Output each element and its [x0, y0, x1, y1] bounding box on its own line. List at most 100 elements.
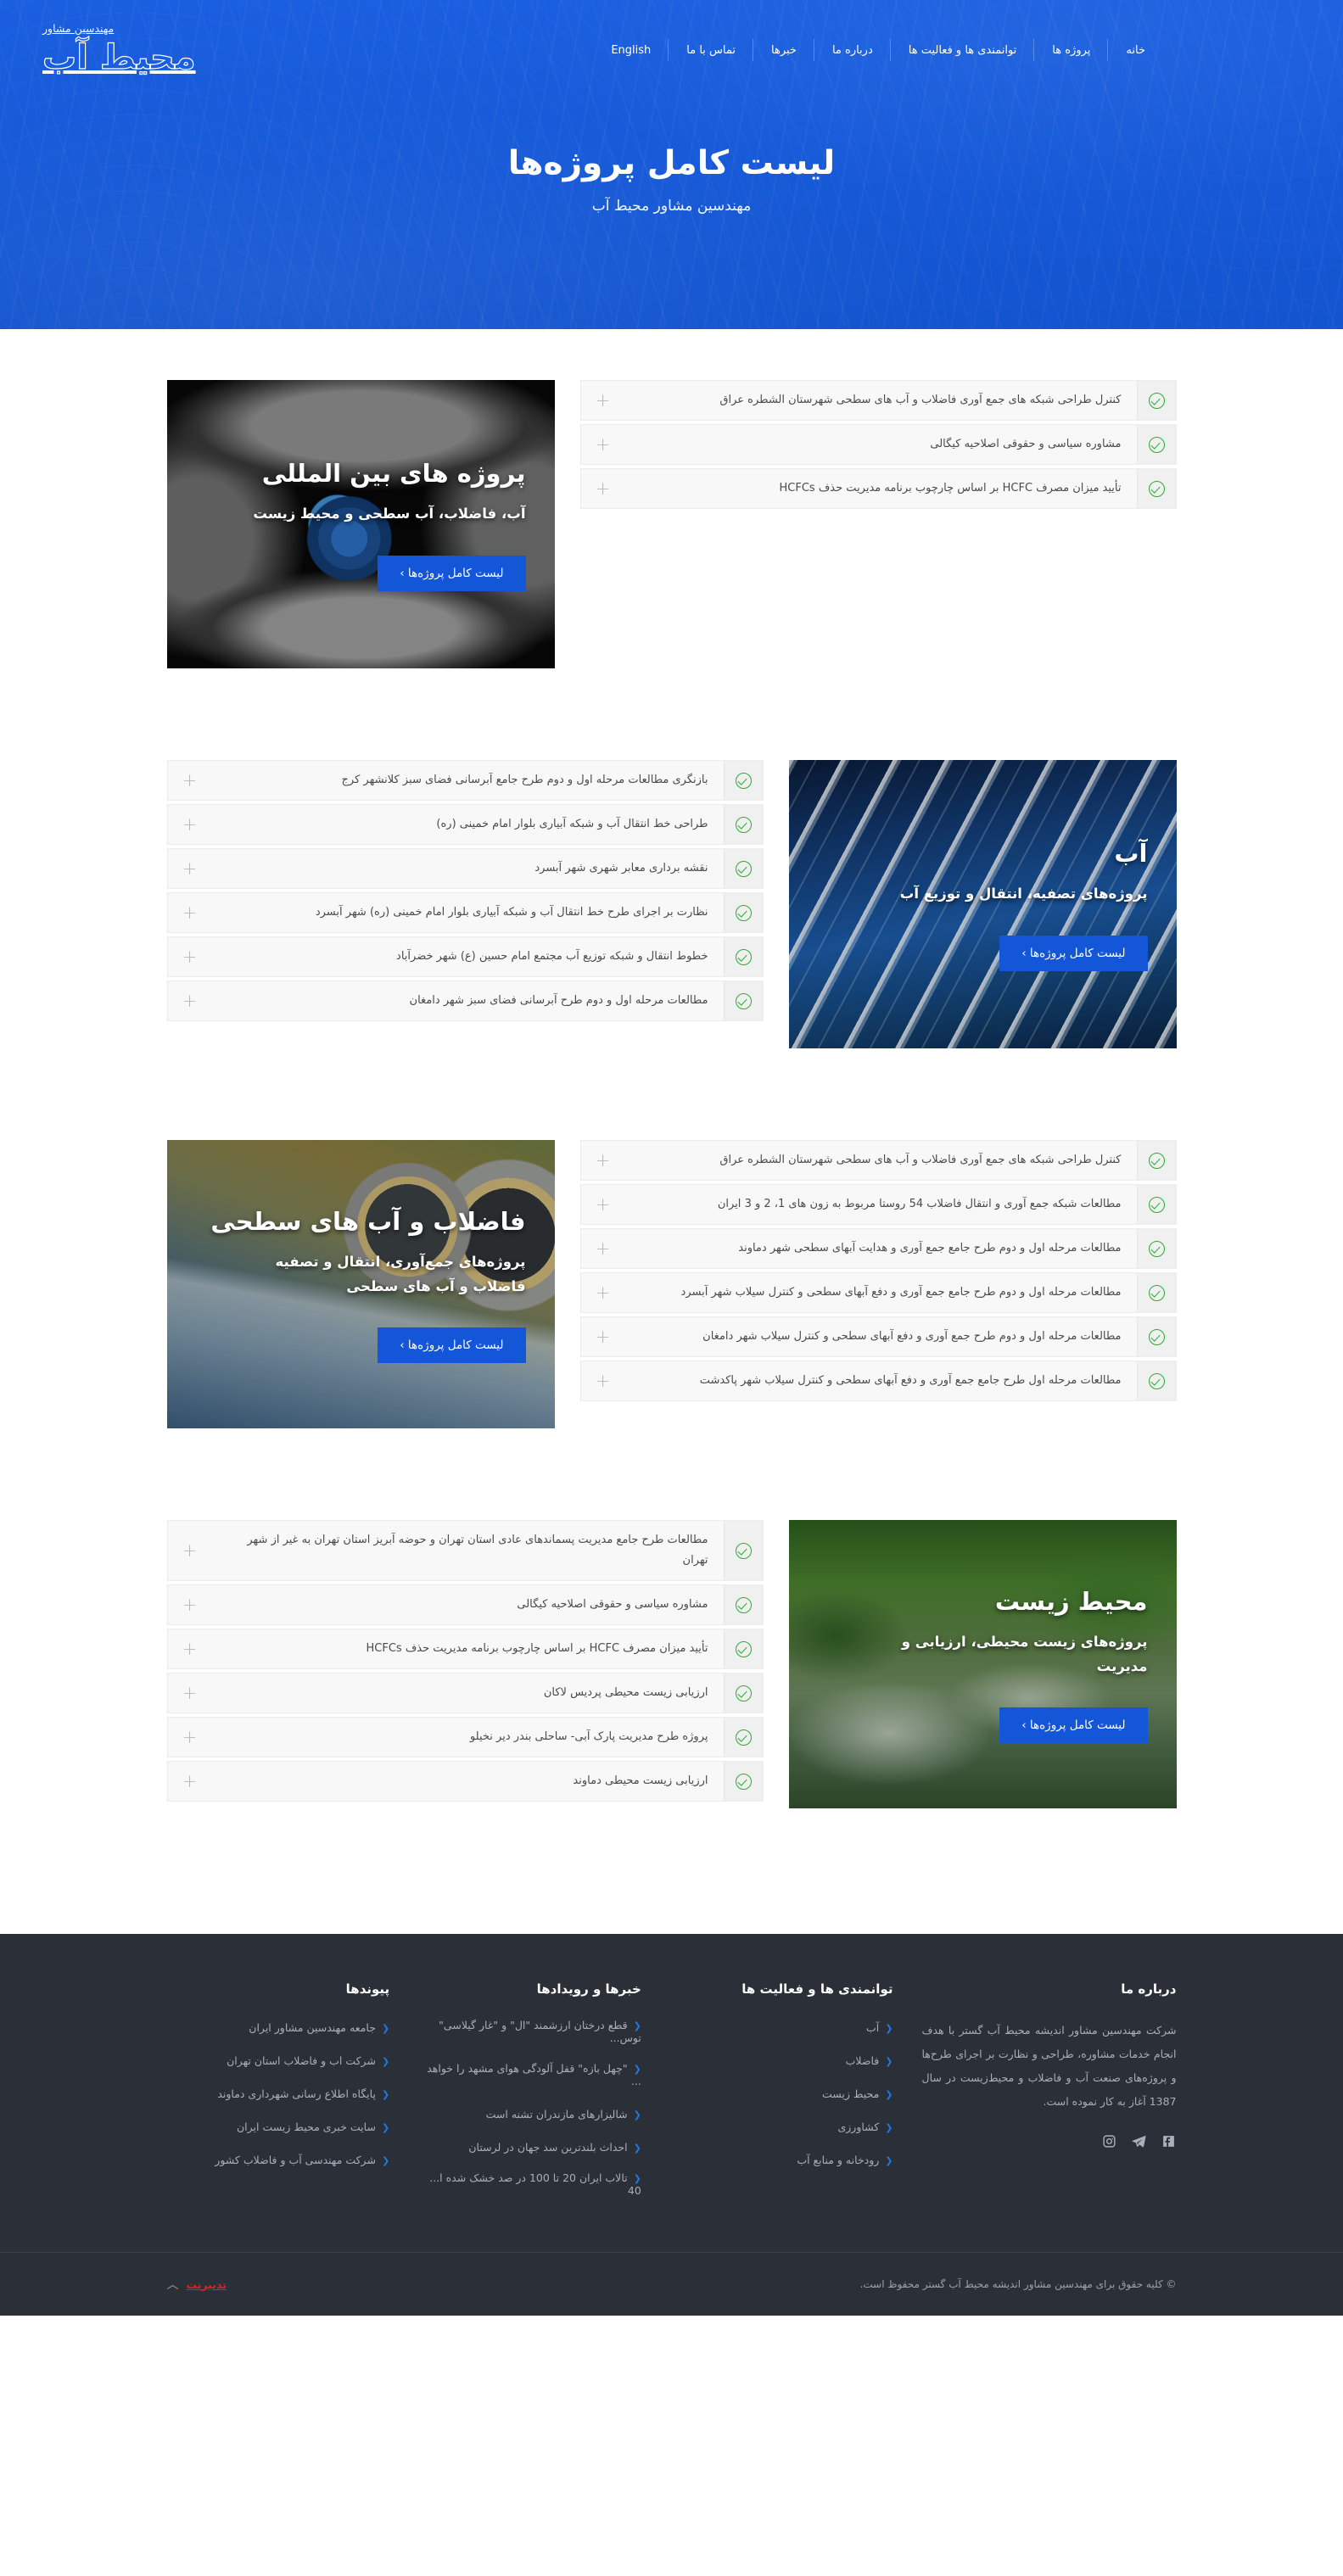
accordion-item[interactable]: خطوط انتقال و شبکه توزیع آب مجتمع امام ح…: [166, 936, 764, 978]
footer-link[interactable]: ❮ شرکت اب و فاضلاب استان تهران: [227, 2054, 389, 2067]
accordion-item[interactable]: مشاوره سیاسی و حقوقی اصلاحیه کیگالی +: [579, 424, 1177, 466]
list-item[interactable]: ❮ کشاورزی: [670, 2118, 893, 2134]
check-circle-icon: [1148, 1240, 1165, 1257]
footer-link[interactable]: ❮"چهل بازه" قفل آلودگی هوای مشهد را خواه…: [418, 2062, 641, 2087]
accordion-item[interactable]: نظارت بر اجرای طرح خط انتقال آب و شبکه آ…: [166, 892, 764, 934]
list-item[interactable]: ❮ فاضلاب: [670, 2052, 893, 2068]
nav-link[interactable]: خانه: [1108, 36, 1163, 65]
accordion-item[interactable]: تأیید میزان مصرف HCFC بر اساس چارچوب برن…: [579, 468, 1177, 510]
plus-icon[interactable]: +: [581, 1141, 625, 1180]
plus-icon[interactable]: +: [168, 1674, 212, 1713]
accordion-item[interactable]: ارزیابی زیست محیطی دماوند +: [166, 1761, 764, 1802]
nav-item-news[interactable]: خبرها: [753, 36, 814, 65]
chevron-left-icon: ❮: [633, 2020, 641, 2031]
accordion-item[interactable]: مطالعات شبکه جمع آوری و انتقال فاضلاب 54…: [579, 1184, 1177, 1226]
nav-link[interactable]: توانمندی ها و فعالیت ها: [891, 36, 1035, 65]
footer-link[interactable]: ❮ احداث بلندترین سد جهان در لرستان: [468, 2141, 641, 2154]
plus-icon[interactable]: +: [581, 1317, 625, 1356]
list-item[interactable]: ❮ رودخانه و منابع آب: [670, 2151, 893, 2167]
nav-item-capabilities[interactable]: توانمندی ها و فعالیت ها: [891, 36, 1035, 65]
plus-icon[interactable]: +: [581, 469, 625, 508]
plus-icon[interactable]: +: [581, 1361, 625, 1400]
accordion-item[interactable]: بازنگری مطالعات مرحله اول و دوم طرح جامع…: [166, 760, 764, 802]
plus-icon[interactable]: +: [168, 1585, 212, 1624]
nav-link[interactable]: پروژه ها: [1034, 36, 1108, 65]
plus-icon[interactable]: +: [581, 1273, 625, 1312]
list-item[interactable]: ❮ شالیزارهای مازندران تشنه است: [418, 2105, 641, 2121]
card-cta-button[interactable]: لیست کامل پروژه‌ها ›: [378, 556, 526, 591]
nav-item-about[interactable]: درباره ما: [814, 36, 891, 65]
plus-icon[interactable]: +: [168, 981, 212, 1020]
scroll-to-top-icon[interactable]: ︿: [167, 2276, 179, 2293]
accordion-item[interactable]: مطالعات مرحله اول و دوم طرح جامع جمع آور…: [579, 1228, 1177, 1270]
card-cta-button[interactable]: لیست کامل پروژه‌ها ›: [999, 1707, 1148, 1744]
accordion-item[interactable]: ارزیابی زیست محیطی پردیس لاکان +: [166, 1673, 764, 1714]
accordion-item[interactable]: کنترل طراحی شبکه های جمع آوری فاضلاب و آ…: [579, 1140, 1177, 1182]
list-item[interactable]: ❮"چهل بازه" قفل آلودگی هوای مشهد را خواه…: [418, 2062, 641, 2088]
plus-icon[interactable]: +: [581, 381, 625, 420]
list-item[interactable]: ❮ محیط زیست: [670, 2085, 893, 2101]
nav-item-home[interactable]: خانه: [1108, 36, 1163, 65]
footer-link[interactable]: ❮ سایت خبری محیط زیست ایران: [237, 2121, 389, 2133]
accordion-item[interactable]: پروژه طرح مدیریت پارک آبی- ساحلی بندر دی…: [166, 1717, 764, 1758]
list-item[interactable]: ❮ احداث بلندترین سد جهان در لرستان: [418, 2138, 641, 2154]
accordion-item[interactable]: مطالعات مرحله اول طرح جامع جمع آوری و دف…: [579, 1361, 1177, 1402]
accordion-item[interactable]: مطالعات طرح جامع مدیریت پسماندهای عادی ا…: [166, 1520, 764, 1582]
footer-link[interactable]: ❮ محیط زیست: [822, 2087, 893, 2100]
nav-link[interactable]: خبرها: [753, 36, 814, 65]
footer-link[interactable]: ❮ جامعه مهندسین مشاور ایران: [249, 2021, 389, 2034]
plus-icon[interactable]: +: [581, 1185, 625, 1224]
plus-icon[interactable]: +: [581, 425, 625, 464]
plus-icon[interactable]: +: [168, 849, 212, 888]
nav-link[interactable]: English: [593, 36, 669, 65]
list-item[interactable]: ❮ آب: [670, 2019, 893, 2035]
list-item[interactable]: ❮ شرکت مهندسی آب و فاضلاب کشور: [166, 2151, 389, 2167]
nav-item-projects[interactable]: پروژه ها: [1034, 36, 1108, 65]
accordion-item[interactable]: مطالعات مرحله اول و دوم طرح جامع جمع آور…: [579, 1272, 1177, 1314]
accordion-item[interactable]: طراحی خط انتقال آب و شبکه آبیاری بلوار ا…: [166, 804, 764, 846]
check-circle-icon: [1148, 1284, 1165, 1301]
plus-icon[interactable]: +: [168, 1629, 212, 1668]
footer-heading-news: خبرها و رویدادها: [536, 1981, 641, 1997]
nav-item-contact[interactable]: تماس با ما: [669, 36, 753, 65]
footer-link[interactable]: ❮ رودخانه و منابع آب: [797, 2154, 893, 2166]
footer-link[interactable]: ❮ آب: [866, 2021, 893, 2034]
facebook-icon[interactable]: [1161, 2133, 1177, 2149]
card-cta-button[interactable]: لیست کامل پروژه‌ها ›: [999, 936, 1148, 971]
list-item[interactable]: ❮قطع درختان ارزشمند "ال" و "غار گیلاسی" …: [418, 2019, 641, 2045]
plus-icon[interactable]: +: [168, 761, 212, 800]
site-logo[interactable]: مهندسین مشاور محیط آب: [34, 24, 197, 77]
footer-link[interactable]: ❮ کشاورزی: [837, 2121, 893, 2133]
list-item[interactable]: ❮تالاب ایران 20 تا 100 در صد خشک شده ا..…: [418, 2171, 641, 2198]
list-item[interactable]: ❮ سایت خبری محیط زیست ایران: [166, 2118, 389, 2134]
list-item[interactable]: ❮ شرکت اب و فاضلاب استان تهران: [166, 2052, 389, 2068]
accordion-item[interactable]: مطالعات مرحله اول و دوم طرح آبرسانی فضای…: [166, 981, 764, 1022]
plus-icon[interactable]: +: [168, 1521, 212, 1580]
plus-icon[interactable]: +: [168, 1762, 212, 1801]
instagram-icon[interactable]: [1101, 2133, 1117, 2149]
plus-icon[interactable]: +: [168, 937, 212, 976]
nav-link[interactable]: تماس با ما: [669, 36, 753, 65]
accordion-item[interactable]: مشاوره سیاسی و حقوقی اصلاحیه کیگالی +: [166, 1584, 764, 1626]
telegram-icon[interactable]: [1131, 2133, 1147, 2149]
list-item[interactable]: ❮ جامعه مهندسین مشاور ایران: [166, 2019, 389, 2035]
footer-link[interactable]: ❮ پایگاه اطلاع رسانی شهرداری دماوند: [217, 2087, 389, 2100]
list-item[interactable]: ❮ پایگاه اطلاع رسانی شهرداری دماوند: [166, 2085, 389, 2101]
plus-icon[interactable]: +: [581, 1229, 625, 1268]
accordion-item[interactable]: تأیید میزان مصرف HCFC بر اساس چارچوب برن…: [166, 1629, 764, 1670]
accordion-item[interactable]: کنترل طراحی شبکه های جمع آوری فاضلاب و آ…: [579, 380, 1177, 422]
plus-icon[interactable]: +: [168, 1718, 212, 1757]
footer-link[interactable]: ❮ شالیزارهای مازندران تشنه است: [486, 2108, 641, 2121]
nav-link[interactable]: درباره ما: [814, 36, 891, 65]
plus-icon[interactable]: +: [168, 805, 212, 844]
footer-link[interactable]: ❮قطع درختان ارزشمند "ال" و "غار گیلاسی" …: [418, 2019, 641, 2044]
card-cta-button[interactable]: لیست کامل پروژه‌ها ›: [378, 1327, 526, 1364]
nav-item-english[interactable]: English: [593, 36, 669, 65]
plus-icon[interactable]: +: [168, 893, 212, 932]
footer-link[interactable]: ❮ فاضلاب: [846, 2054, 893, 2067]
credit-link[interactable]: تدبیرنت: [187, 2278, 227, 2291]
accordion-item[interactable]: نقشه برداری معابر شهری شهر آبسرد +: [166, 848, 764, 890]
footer-link[interactable]: ❮تالاب ایران 20 تا 100 در صد خشک شده ا..…: [418, 2171, 641, 2197]
accordion-item[interactable]: مطالعات مرحله اول و دوم طرح جمع آوری و د…: [579, 1316, 1177, 1358]
footer-link[interactable]: ❮ شرکت مهندسی آب و فاضلاب کشور: [215, 2154, 389, 2166]
